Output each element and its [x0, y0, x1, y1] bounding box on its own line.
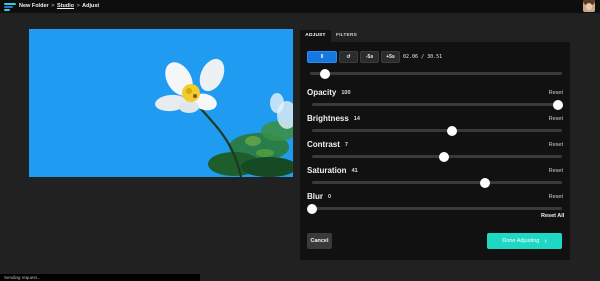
blur-label: Blur 0 — [307, 192, 331, 201]
chevron-right-icon: › — [544, 237, 547, 245]
done-label: Done Adjusting — [502, 238, 540, 244]
blur-value: 0 — [328, 194, 332, 200]
breadcrumb-new-folder[interactable]: New Folder — [19, 3, 49, 9]
saturation-slider-track[interactable] — [312, 181, 562, 184]
brightness-title: Brightness — [307, 114, 349, 123]
contrast-reset-button[interactable]: Reset — [549, 142, 563, 148]
current-time: 02.06 — [403, 54, 419, 60]
saturation-reset-button[interactable]: Reset — [549, 168, 563, 174]
breadcrumb-studio[interactable]: Studio — [57, 3, 74, 9]
skip-back-label: -5s — [365, 54, 374, 60]
opacity-reset-button[interactable]: Reset — [549, 90, 563, 96]
duration: 30.51 — [427, 54, 443, 60]
blur-slider-handle[interactable] — [307, 203, 317, 214]
done-adjusting-button[interactable]: Done Adjusting › — [487, 233, 562, 249]
breadcrumb-separator: > — [51, 3, 55, 9]
time-separator: / — [421, 54, 425, 60]
brightness-label: Brightness 14 — [307, 114, 360, 123]
brightness-reset-button[interactable]: Reset — [549, 116, 563, 122]
contrast-label: Contrast 7 — [307, 140, 348, 149]
tab-adjust[interactable]: ADJUST — [300, 30, 331, 42]
opacity-title: Opacity — [307, 88, 337, 97]
contrast-value: 7 — [344, 142, 348, 148]
replay-button[interactable]: ↺ — [339, 51, 358, 63]
cancel-label: Cancel — [310, 238, 329, 244]
user-avatar[interactable] — [583, 0, 595, 12]
saturation-label: Saturation 41 — [307, 166, 358, 175]
blur-slider-track[interactable] — [312, 207, 562, 210]
breadcrumb-adjust: Adjust — [82, 3, 100, 9]
brightness-slider-handle[interactable] — [447, 125, 458, 136]
timeline-handle[interactable] — [320, 68, 330, 79]
cancel-button[interactable]: Cancel — [307, 233, 332, 249]
opacity-value: 100 — [341, 90, 351, 96]
skip-back-button[interactable]: -5s — [360, 51, 379, 63]
saturation-title: Saturation — [307, 166, 347, 175]
opacity-label: Opacity 100 — [307, 88, 351, 97]
saturation-value: 41 — [351, 168, 358, 174]
timecode: 02.06 / 30.51 — [403, 54, 442, 60]
blur-title: Blur — [307, 192, 323, 201]
timeline-track[interactable] — [310, 72, 562, 75]
saturation-slider-handle[interactable] — [480, 177, 491, 188]
top-bar: New Folder > Studio > Adjust — [0, 0, 600, 13]
play-pause-button[interactable]: II — [307, 51, 337, 63]
contrast-slider-handle[interactable] — [438, 151, 449, 162]
skip-forward-button[interactable]: +5s — [381, 51, 400, 63]
skip-forward-label: +5s — [386, 54, 395, 60]
image-preview — [29, 29, 293, 177]
contrast-slider-track[interactable] — [312, 155, 562, 158]
breadcrumb: New Folder > Studio > Adjust — [19, 2, 99, 10]
reset-all-button[interactable]: Reset All — [541, 213, 564, 219]
breadcrumb-separator: > — [76, 3, 80, 9]
status-bar: Sending request... — [0, 274, 200, 281]
opacity-slider-handle[interactable] — [553, 99, 563, 110]
contrast-title: Contrast — [307, 140, 340, 149]
brightness-slider-track[interactable] — [312, 129, 562, 132]
opacity-slider-track[interactable] — [312, 103, 562, 106]
app-logo-icon[interactable] — [4, 2, 16, 12]
brightness-value: 14 — [353, 116, 360, 122]
blur-reset-button[interactable]: Reset — [549, 194, 563, 200]
pause-icon: II — [320, 54, 324, 60]
tab-filters[interactable]: FILTERS — [331, 30, 362, 42]
replay-icon: ↺ — [346, 54, 351, 60]
